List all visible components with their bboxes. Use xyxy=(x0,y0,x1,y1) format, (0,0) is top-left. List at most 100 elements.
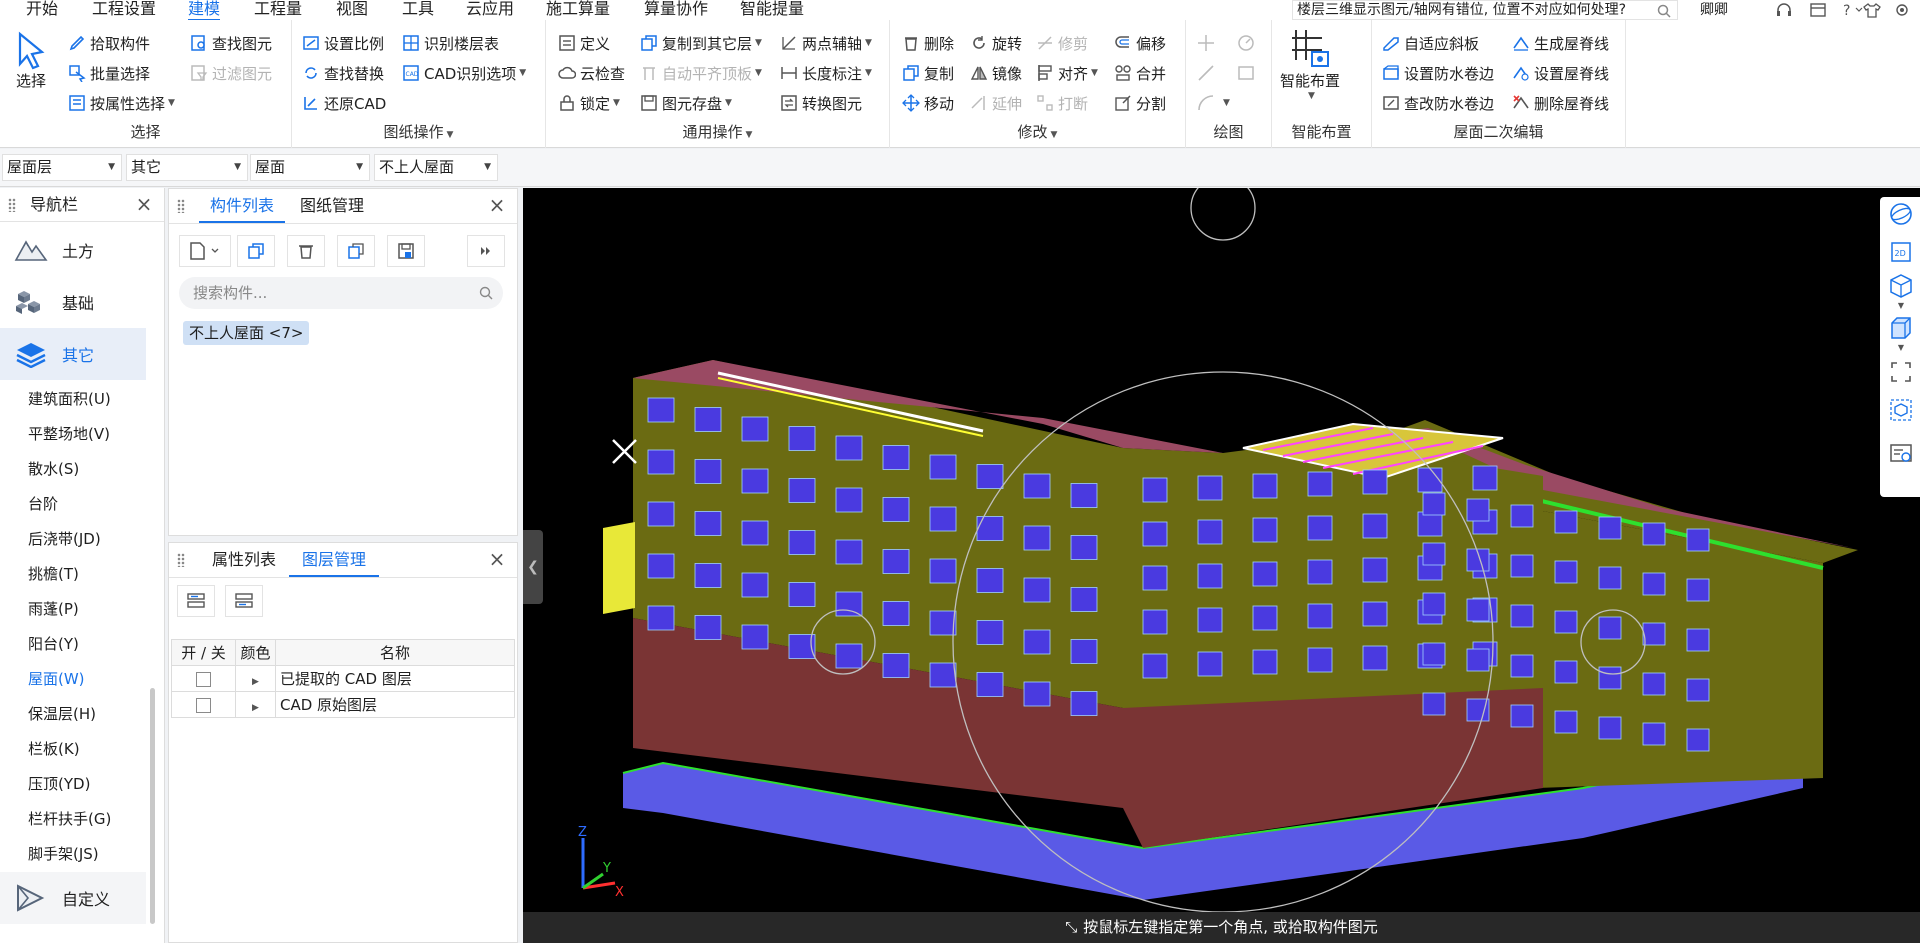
fullscreen-button[interactable] xyxy=(1888,359,1914,385)
break-button[interactable]: 打断 xyxy=(1036,90,1088,116)
menu-collab[interactable]: 算量协作 xyxy=(644,0,708,20)
delete-component-button[interactable] xyxy=(287,235,325,267)
offset-button[interactable]: 偏移 xyxy=(1114,30,1166,56)
menu-construction-qty[interactable]: 施工算量 xyxy=(546,0,610,20)
adaptive-slope-slab-button[interactable]: 自适应斜板 xyxy=(1382,30,1479,56)
set-scale-button[interactable]: 设置比例 xyxy=(302,30,384,56)
tab-property-list[interactable]: 属性列表 xyxy=(199,543,289,577)
cloud-check-button[interactable]: 云检查 xyxy=(558,60,625,86)
draw-point-button[interactable] xyxy=(1196,30,1220,56)
component-search-input[interactable] xyxy=(179,277,503,309)
mirror-button[interactable]: 镜像 xyxy=(970,60,1022,86)
expand-arrow-icon[interactable]: ▶ xyxy=(252,677,259,687)
lock-button[interactable]: 锁定 ▼ xyxy=(558,90,620,116)
drag-grip-icon[interactable] xyxy=(177,553,185,567)
nav-sub-canopy[interactable]: 雨蓬(P) xyxy=(28,599,79,619)
filter-element-button[interactable]: 过滤图元 xyxy=(190,60,272,86)
delete-button[interactable]: 删除 xyxy=(902,30,954,56)
ribbon-group-title-modify[interactable]: 修改 ▼ xyxy=(890,121,1185,142)
nav-sub-insulation[interactable]: 保温层(H) xyxy=(28,704,96,724)
select-by-property-button[interactable]: 按属性选择 ▼ xyxy=(68,90,175,116)
nav-sub-scaffold[interactable]: 脚手架(JS) xyxy=(28,844,99,864)
draw-rect-button[interactable] xyxy=(1236,60,1260,86)
floor-select[interactable]: 屋面层 ▼ xyxy=(2,154,122,181)
copy-layer-component-button[interactable] xyxy=(337,235,375,267)
menu-smart-qty[interactable]: 智能提量 xyxy=(740,0,804,20)
layer-show-all-button[interactable] xyxy=(177,585,215,617)
two-point-axis-button[interactable]: 两点辅轴 ▼ xyxy=(780,30,872,56)
copy-to-other-floor-button[interactable]: 复制到其它层 ▼ xyxy=(640,30,762,56)
copy-button[interactable]: 复制 xyxy=(902,60,954,86)
chevron-down-icon[interactable]: ▼ xyxy=(1888,341,1914,353)
nav-sub-parapet-slab[interactable]: 栏板(K) xyxy=(28,739,80,759)
restore-cad-button[interactable]: 还原CAD xyxy=(302,90,386,116)
component-select[interactable]: 不上人屋面 ▼ xyxy=(374,154,498,181)
define-button[interactable]: 定义 xyxy=(558,30,610,56)
layer-toggle-checkbox[interactable] xyxy=(196,671,211,687)
close-marker-icon[interactable] xyxy=(612,439,637,464)
save-element-button[interactable]: 图元存盘 ▼ xyxy=(640,90,732,116)
nav-category-other[interactable]: 其它 xyxy=(0,328,146,380)
nav-sub-site-leveling[interactable]: 平整场地(V) xyxy=(28,424,110,444)
help-search-input[interactable]: 楼层三维显示图元/轴网有错位, 位置不对应如何处理? xyxy=(1292,0,1678,20)
tab-component-list[interactable]: 构件列表 xyxy=(199,189,285,223)
close-icon[interactable]: × xyxy=(487,549,507,569)
drag-grip-icon[interactable] xyxy=(177,199,185,213)
cad-recognition-options-button[interactable]: CAD CAD识别选项 ▼ xyxy=(402,60,526,86)
merge-button[interactable]: 合并 xyxy=(1114,60,1166,86)
nav-sub-roof[interactable]: 屋面(W) xyxy=(28,669,85,689)
close-icon[interactable]: × xyxy=(134,194,154,214)
dynamic-observe-button[interactable] xyxy=(1888,201,1914,227)
batch-select-button[interactable]: 批量选择 xyxy=(68,60,150,86)
menu-tools[interactable]: 工具 xyxy=(402,0,434,20)
nav-category-foundation[interactable]: 基础 xyxy=(0,276,146,328)
smart-layout-button[interactable]: 智能布置 ▼ xyxy=(1280,26,1340,101)
nav-sub-railing[interactable]: 栏杆扶手(G) xyxy=(28,809,111,829)
panel-collapse-tab[interactable]: ❮ xyxy=(523,530,543,604)
headset-icon[interactable] xyxy=(1772,0,1796,20)
render-mode-button[interactable] xyxy=(1888,315,1914,341)
skin-shirt-icon[interactable] xyxy=(1860,0,1884,20)
search-icon[interactable] xyxy=(479,286,493,300)
category-select[interactable]: 其它 ▼ xyxy=(126,154,248,181)
nav-sub-overhang[interactable]: 挑檐(T) xyxy=(28,564,79,584)
auto-flat-slab-button[interactable]: 自动平齐顶板 ▼ xyxy=(640,60,762,86)
menu-project-settings[interactable]: 工程设置 xyxy=(92,0,156,20)
menu-view[interactable]: 视图 xyxy=(336,0,368,20)
drag-grip-icon[interactable] xyxy=(8,198,16,212)
settings-gear-icon[interactable] xyxy=(1890,0,1914,20)
find-element-button[interactable]: 查找图元 xyxy=(190,30,272,56)
menu-modeling[interactable]: 建模 xyxy=(188,0,221,21)
nav-category-earthwork[interactable]: 土方 xyxy=(0,224,146,276)
table-row[interactable]: ▶ CAD 原始图层 xyxy=(171,691,515,718)
menu-cloud[interactable]: 云应用 xyxy=(466,0,514,20)
ribbon-group-title-common[interactable]: 通用操作 ▼ xyxy=(546,121,889,142)
recognize-floor-table-button[interactable]: 识别楼层表 xyxy=(402,30,499,56)
set-ridge-line-button[interactable]: 设置屋脊线 xyxy=(1512,60,1609,86)
chevron-down-icon[interactable]: ▼ xyxy=(1888,299,1914,311)
display-settings-button[interactable] xyxy=(1888,441,1914,467)
save-component-button[interactable] xyxy=(387,235,425,267)
tab-drawing-management[interactable]: 图纸管理 xyxy=(287,189,377,223)
menu-quantity[interactable]: 工程量 xyxy=(254,0,302,20)
user-name[interactable]: 卿卿 xyxy=(1700,0,1728,20)
copy-component-button[interactable] xyxy=(237,235,275,267)
local-3d-button[interactable] xyxy=(1888,397,1914,423)
find-replace-button[interactable]: 查找替换 xyxy=(302,60,384,86)
draw-rotate-point-button[interactable] xyxy=(1236,30,1260,56)
draw-arc-button[interactable]: ▼ xyxy=(1196,90,1230,116)
rotate-button[interactable]: 旋转 xyxy=(970,30,1022,56)
extend-button[interactable]: 延伸 xyxy=(970,90,1022,116)
draw-line-button[interactable] xyxy=(1196,60,1220,86)
nav-sub-coping[interactable]: 压顶(YD) xyxy=(28,774,90,794)
nav-sub-building-area[interactable]: 建筑面积(U) xyxy=(28,389,111,409)
3d-viewport[interactable]: Z X Y xyxy=(523,188,1920,943)
convert-element-button[interactable]: 转换图元 xyxy=(780,90,862,116)
type-select[interactable]: 屋面 ▼ xyxy=(250,154,370,181)
expand-arrow-icon[interactable]: ▶ xyxy=(252,703,259,713)
nav-sub-apron[interactable]: 散水(S) xyxy=(28,459,79,479)
length-dimension-button[interactable]: 长度标注 ▼ xyxy=(780,60,872,86)
check-waterproof-roll-button[interactable]: 查改防水卷边 xyxy=(1382,90,1494,116)
nav-sub-balcony[interactable]: 阳台(Y) xyxy=(28,634,79,654)
align-button[interactable]: 对齐 ▼ xyxy=(1036,60,1098,86)
